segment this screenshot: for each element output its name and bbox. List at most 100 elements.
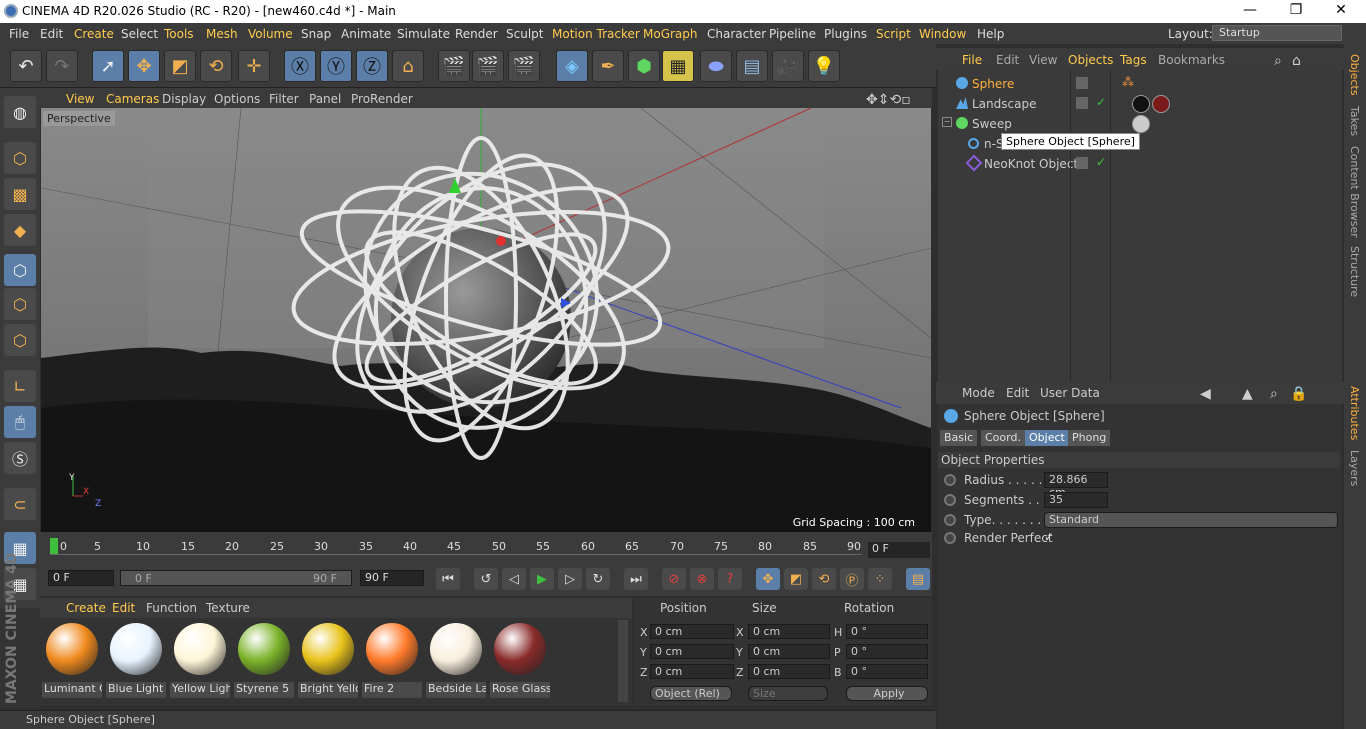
rot-b-field[interactable]: 0 ° [846,664,928,679]
play-icon[interactable]: ▶ [530,568,554,590]
workplane-mode-icon[interactable]: ◆ [4,214,36,246]
object-row-n-side[interactable]: n-Side ✓ [938,134,1342,154]
menu-volume[interactable]: Volume [248,27,293,41]
scale-icon[interactable]: ◩ [164,50,196,82]
recent-tool-icon[interactable]: ✛ [238,50,270,82]
record-active-icon[interactable]: ⊘ [662,568,686,590]
menu-render[interactable]: Render [455,27,498,41]
side-tab-layers[interactable]: Layers [1348,450,1361,486]
material-tag-icon[interactable] [1152,95,1170,113]
goto-start-icon[interactable]: ⏮ [436,568,460,590]
record-point-level-icon[interactable]: ⁘ [868,568,892,590]
material-swatch[interactable]: Rose Glass [490,620,550,698]
timeline-playhead[interactable] [50,538,58,554]
start-frame-field[interactable]: 0 F [48,570,114,586]
y-axis-lock-icon[interactable]: Ⓨ [320,50,352,82]
material-tag-icon[interactable] [1132,115,1150,133]
floor-icon[interactable]: ▤ [736,50,768,82]
material-swatch[interactable]: Yellow Ligh [170,620,230,698]
attr-menu-user-data[interactable]: User Data [1040,386,1100,400]
current-frame-field[interactable]: 0 F [868,542,930,558]
obj-menu-tags[interactable]: Tags [1120,53,1147,67]
type-select[interactable]: Standard [1044,512,1338,528]
camera-icon[interactable]: 🎥 [772,50,804,82]
attr-menu-edit[interactable]: Edit [1006,386,1029,400]
prev-key-icon[interactable]: ↺ [474,568,498,590]
apply-button[interactable]: Apply [846,686,928,701]
live-selection-icon[interactable]: ➚ [92,50,124,82]
phong-tag-icon[interactable]: ⁂ [1122,75,1134,89]
visibility-icon[interactable] [1076,97,1088,109]
frame-range-slider[interactable]: 0 F 90 F [120,570,352,586]
tab-object[interactable]: Object [1025,430,1069,446]
viewport-menu-display[interactable]: Display [162,92,206,106]
menu-window[interactable]: Window [919,27,966,41]
size-z-field[interactable]: 0 cm [748,664,830,679]
z-axis-lock-icon[interactable]: Ⓩ [356,50,388,82]
axis-mode-icon[interactable]: ∟ [4,370,36,402]
light-icon[interactable]: 💡 [808,50,840,82]
points-mode-icon[interactable]: ⬡ [4,254,36,286]
material-menu-create[interactable]: Create [66,601,106,615]
object-row-sweep[interactable]: − Sweep [938,114,1342,134]
tab-phong[interactable]: Phong [1068,430,1111,446]
back-arrow-icon[interactable]: ◀ [1200,386,1211,402]
timeline-window-icon[interactable]: ▤ [906,568,930,590]
obj-menu-objects[interactable]: Objects [1068,53,1113,67]
menu-animate[interactable]: Animate [341,27,391,41]
snap-icon[interactable]: ⊂ [4,488,36,520]
search-icon[interactable]: ⌕ [1270,386,1278,402]
menu-select[interactable]: Select [121,27,158,41]
menu-simulate[interactable]: Simulate [397,27,450,41]
render-view-icon[interactable]: 🎬 [438,50,470,82]
side-tab-structure[interactable]: Structure [1348,246,1361,297]
enabled-check-icon[interactable]: ✓ [1096,155,1106,169]
pos-z-field[interactable]: 0 cm [650,664,734,679]
deformer-icon[interactable]: ⬬ [700,50,732,82]
viewport-menu-view[interactable]: View [66,92,94,106]
viewport-menu-panel[interactable]: Panel [309,92,341,106]
obj-menu-view[interactable]: View [1029,53,1057,67]
obj-menu-edit[interactable]: Edit [996,53,1019,67]
record-position-icon[interactable]: ✥ [756,568,780,590]
pos-x-field[interactable]: 0 cm [650,624,734,639]
segments-field[interactable]: 35 [1044,492,1108,508]
end-frame-field[interactable]: 90 F [360,570,424,586]
size-mode-select[interactable]: Size [748,686,828,701]
size-y-field[interactable]: 0 cm [748,644,830,659]
material-swatch[interactable]: Bright Yello [298,620,358,698]
minimize-button[interactable]: — [1240,2,1260,20]
model-mode-icon[interactable]: ⬡ [4,142,36,174]
menu-create[interactable]: Create [74,27,114,41]
viewport-menu-filter[interactable]: Filter [269,92,299,106]
render-perfect-checkbox[interactable]: ✓ [1044,530,1054,544]
menu-tools[interactable]: Tools [164,27,194,41]
3d-viewport[interactable]: Y X Z Perspective Grid Spacing : 100 cm [41,108,931,532]
next-frame-icon[interactable]: ▷ [558,568,582,590]
collapse-toggle-icon[interactable]: − [942,117,952,127]
object-row-landscape[interactable]: Landscape ✓ [938,94,1342,114]
timeline[interactable]: 0 5 10 15 20 25 30 35 40 45 50 55 60 65 … [40,532,932,562]
pos-y-field[interactable]: 0 cm [650,644,734,659]
keyframe-radio-icon[interactable] [944,474,956,486]
cube-icon[interactable]: ◈ [556,50,588,82]
rot-h-field[interactable]: 0 ° [846,624,928,639]
visibility-icon[interactable] [1076,77,1088,89]
next-key-icon[interactable]: ↻ [586,568,610,590]
record-rotation-icon[interactable]: ⟲ [812,568,836,590]
material-swatch[interactable]: Bedside La [426,620,486,698]
size-x-field[interactable]: 0 cm [748,624,830,639]
menu-snap[interactable]: Snap [301,27,331,41]
material-menu-function[interactable]: Function [146,601,197,615]
coordinate-mode-select[interactable]: Object (Rel) [650,686,732,701]
keyframe-radio-icon[interactable] [944,514,956,526]
texture-mode-icon[interactable]: ▩ [4,178,36,210]
menu-pipeline[interactable]: Pipeline [769,27,816,41]
attr-menu-mode[interactable]: Mode [962,386,995,400]
cloner-icon[interactable]: ▦ [662,50,694,82]
menu-help[interactable]: Help [977,27,1004,41]
polygons-mode-icon[interactable]: ⬡ [4,324,36,356]
lock-icon[interactable]: 🔒 [1290,386,1307,402]
menu-mesh[interactable]: Mesh [206,27,238,41]
autokey-icon[interactable]: ⊗ [690,568,714,590]
